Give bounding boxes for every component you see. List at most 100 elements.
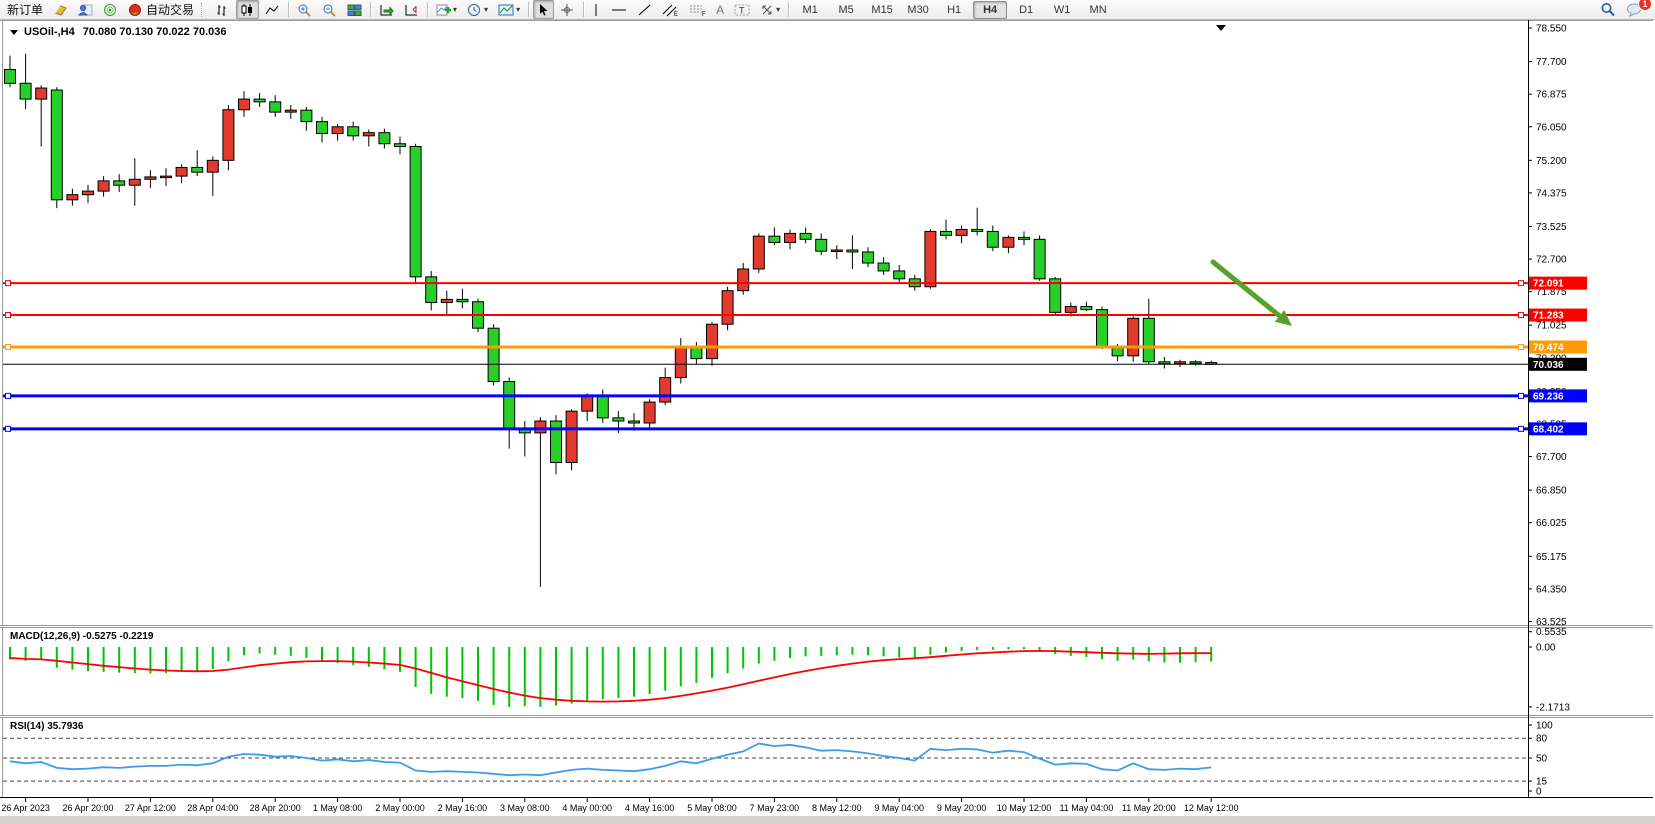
candle-body [1065,306,1076,312]
signal-button[interactable] [99,0,122,19]
zoom-in-button[interactable] [293,0,316,19]
chart-title-expand-icon[interactable] [10,30,18,35]
price-flag-label: 69.236 [1533,391,1564,402]
price-line-handle[interactable] [6,426,11,431]
toolbar-separator [427,2,428,17]
rsi-tick-label: 0 [1536,787,1542,798]
price-line-handle[interactable] [6,313,11,318]
autotrading-label: 自动交易 [146,1,194,18]
timeframe-D1[interactable]: D1 [1009,1,1043,19]
candle-body [239,99,250,110]
candle-body [551,421,562,462]
bar-chart-button[interactable] [211,0,234,19]
person-icon [78,3,93,17]
cursor-tool-button[interactable] [533,0,554,19]
timeframe-MN[interactable]: MN [1081,1,1115,19]
profile-button[interactable] [74,0,97,19]
price-line-handle[interactable] [1519,281,1524,286]
fibonacci-icon: F [689,3,706,17]
price-flag-label: 68.402 [1533,424,1564,435]
candle-body [36,88,47,99]
candle-body [597,395,608,418]
candlestick-chart-button[interactable] [236,0,259,19]
signal-icon [103,3,118,17]
trendline-icon [637,3,652,17]
time-tick-label: 12 May 12:00 [1184,803,1239,813]
label-tool-button[interactable]: T [730,0,754,19]
timeframe-W1[interactable]: W1 [1045,1,1079,19]
horizontal-line-tool-button[interactable] [607,0,631,19]
dropdown-arrow-icon: ▾ [776,5,780,14]
candle-body [363,133,374,136]
price-line-handle[interactable] [6,281,11,286]
candle-body [1034,239,1045,279]
candle-body [566,411,577,462]
line-chart-icon [265,3,280,17]
candle-body [317,122,328,134]
time-tick-label: 1 May 08:00 [313,803,363,813]
candle-body [722,291,733,325]
price-line-handle[interactable] [1519,393,1524,398]
notifications-button[interactable]: 1 [1622,0,1647,19]
text-tool-icon: A [716,3,724,17]
timeframe-H4[interactable]: H4 [973,1,1007,19]
new-indicator-button[interactable]: ▾ [432,0,461,19]
candle-body [410,147,421,277]
candle-body [1143,318,1154,361]
crosshair-tool-button[interactable] [556,0,579,19]
templates-button[interactable]: ▾ [494,0,524,19]
timeframe-M15[interactable]: M15 [865,1,899,19]
candle-body [925,231,936,286]
text-tool-button[interactable]: A [712,0,728,19]
price-line-handle[interactable] [1519,345,1524,350]
zoom-out-button[interactable] [318,0,341,19]
candle-body [161,176,172,178]
candle-body [629,421,640,423]
arrows-tool-button[interactable]: ▾ [756,0,784,19]
rsi-tick-label: 80 [1536,734,1548,745]
new-order-button[interactable]: 新订单 [3,0,47,19]
y-tick-label: 76.050 [1536,122,1567,133]
candle-body [504,382,515,429]
periods-button[interactable]: ▾ [463,0,492,19]
autotrading-button[interactable]: 自动交易 [124,0,198,19]
candle-body [1003,237,1014,247]
candle-body [395,144,406,147]
price-flag-label: 71.283 [1533,311,1564,322]
channel-tool-button[interactable]: E [658,0,683,19]
candle-body [956,229,967,235]
tile-windows-button[interactable] [343,0,366,19]
price-line-handle[interactable] [1519,313,1524,318]
price-flag-label: 70.036 [1533,360,1564,371]
candle-body [1128,318,1139,356]
time-tick-label: 4 May 16:00 [625,803,675,813]
zoom-in-icon [297,3,312,17]
timeframe-M1[interactable]: M1 [793,1,827,19]
candle-body [488,328,499,381]
price-line-handle[interactable] [6,345,11,350]
chart-canvas[interactable]: 78.55077.70076.87576.05075.20074.37573.5… [0,20,1655,815]
candle-body [941,231,952,235]
time-tick-label: 9 May 04:00 [874,803,924,813]
market-watch-button[interactable] [49,0,72,19]
candle-body [332,127,343,134]
candle-body [441,299,452,302]
trendline-tool-button[interactable] [633,0,656,19]
chart-shift-button[interactable] [400,0,423,19]
vertical-line-tool-button[interactable] [588,0,605,19]
price-line-handle[interactable] [6,393,11,398]
candle-body [707,324,718,358]
candle-body [20,83,31,99]
timeframe-H1[interactable]: H1 [937,1,971,19]
candle-body [5,69,16,83]
fibonacci-tool-button[interactable]: F [685,0,710,19]
timeframe-M30[interactable]: M30 [901,1,935,19]
candle-body [894,271,905,279]
search-button[interactable] [1596,0,1620,19]
auto-scroll-button[interactable] [375,0,398,19]
y-tick-label: 77.700 [1536,57,1567,68]
dropdown-arrow-icon: ▾ [516,5,520,14]
line-chart-button[interactable] [261,0,284,19]
timeframe-M5[interactable]: M5 [829,1,863,19]
price-line-handle[interactable] [1519,426,1524,431]
